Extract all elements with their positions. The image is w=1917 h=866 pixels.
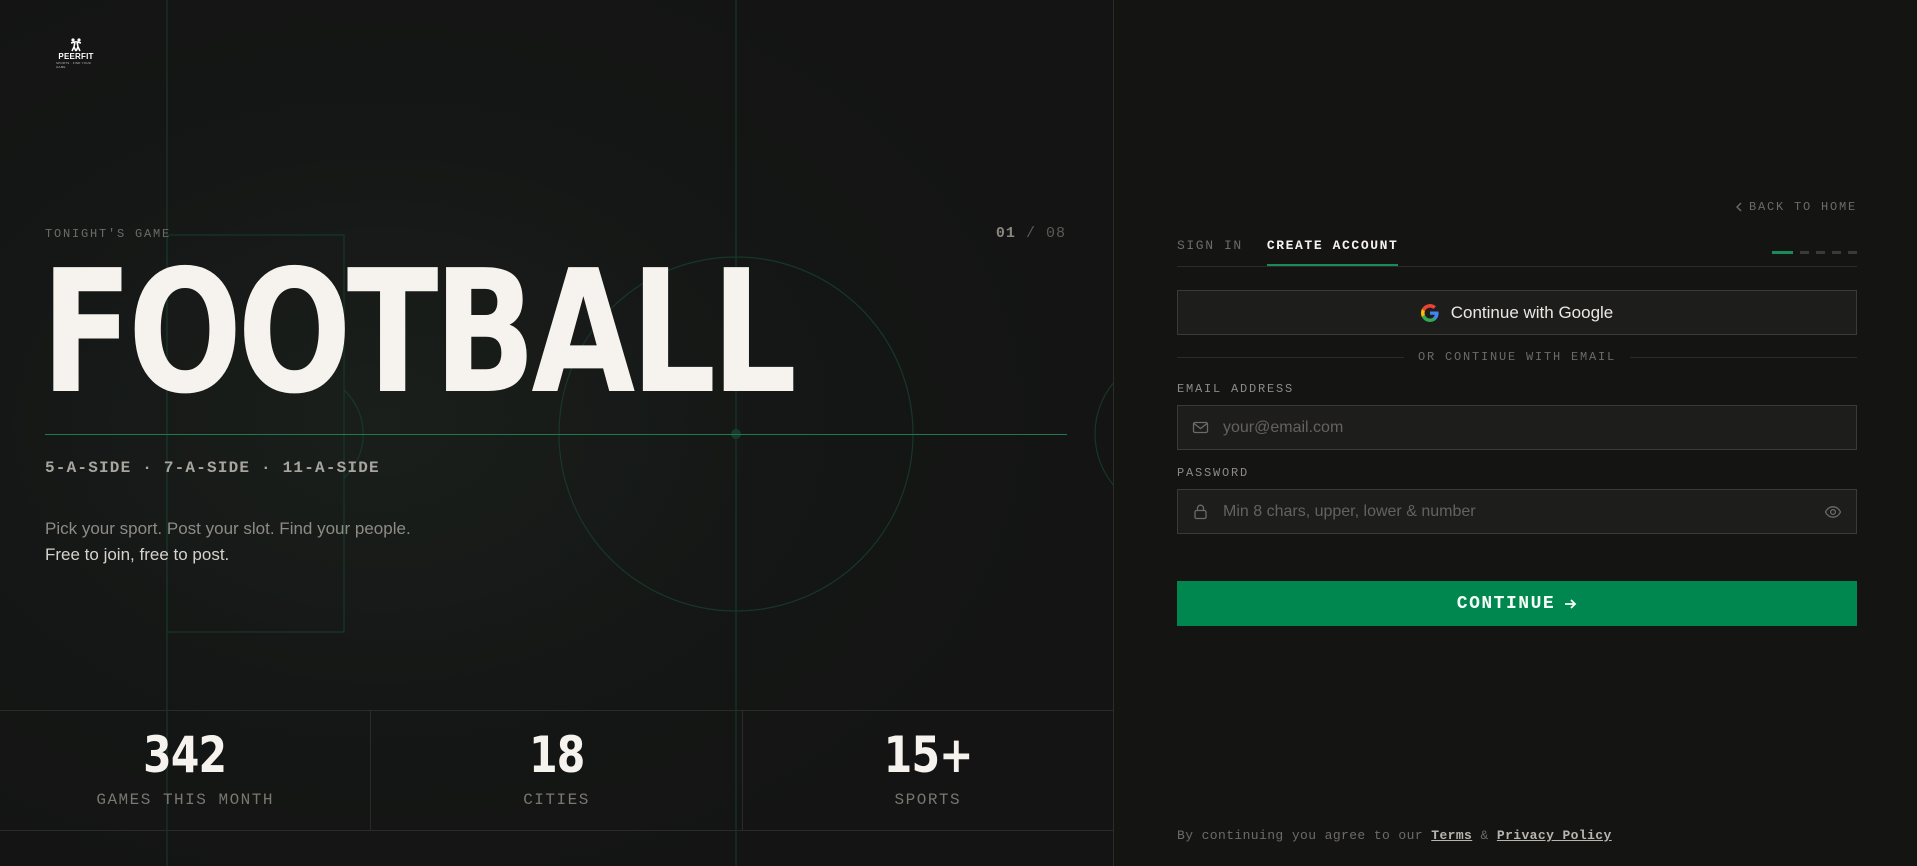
or-line-left [1177,356,1404,358]
step-indicator [1772,251,1857,254]
lock-icon [1194,504,1207,520]
step-dot [1848,251,1857,254]
back-to-home-link[interactable]: BACK TO HOME [1735,200,1857,214]
google-signin-button[interactable]: Continue with Google [1177,290,1857,335]
eye-icon[interactable] [1824,503,1842,521]
email-input[interactable] [1223,406,1856,449]
chevron-left-icon [1735,202,1742,212]
tab-create-account[interactable]: CREATE ACCOUNT [1266,232,1399,266]
terms-link[interactable]: Terms [1431,828,1472,843]
auth-panel: BACK TO HOME SIGN IN CREATE ACCOUNT Cont… [1114,0,1917,866]
or-divider-label: OR CONTINUE WITH EMAIL [1417,350,1617,364]
stats-bar: 342 GAMES THIS MONTH 18 CITIES 15+ SPORT… [0,710,1113,831]
hero-divider [45,434,1067,435]
step-dot [1816,251,1825,254]
brand-tagline: SPORTS · FIND YOUR GAME [56,61,91,69]
legal-amp: & [1480,828,1489,843]
continue-button[interactable]: CONTINUE [1177,581,1857,626]
logo-figures-icon [70,38,82,52]
hero-tagline-line2: Free to join, free to post. [45,545,230,564]
password-label: PASSWORD [1177,466,1250,480]
legal-notice: By continuing you agree to our Terms & P… [1177,828,1612,843]
hero-formats: 5-A-SIDE · 7-A-SIDE · 11-A-SIDE [45,459,380,477]
hero-sport-title: FOOTBALL [41,234,797,432]
brand-name: PEERFIT [58,52,94,61]
password-field[interactable] [1177,489,1857,534]
email-field[interactable] [1177,405,1857,450]
stat-value: 18 [528,726,585,784]
arrow-right-icon [1565,598,1577,609]
stat-label: CITIES [523,791,590,809]
google-signin-label: Continue with Google [1450,302,1614,322]
hero-panel: PEERFIT SPORTS · FIND YOUR GAME TONIGHT'… [0,0,1113,866]
stat-value: 15+ [883,726,973,784]
hero-tagline-line1: Pick your sport. Post your slot. Find yo… [45,519,411,538]
stat-sports: 15+ SPORTS [743,711,1113,830]
stat-cities: 18 CITIES [371,711,743,830]
or-divider: OR CONTINUE WITH EMAIL [1177,350,1857,364]
stat-value: 342 [143,726,228,784]
slide-counter: 01 / 08 [996,225,1066,242]
google-icon [1420,303,1439,322]
counter-total: 08 [1045,225,1066,242]
step-dot [1772,251,1793,254]
back-to-home-label: BACK TO HOME [1748,200,1857,214]
auth-tabs: SIGN IN CREATE ACCOUNT [1177,232,1399,266]
email-label: EMAIL ADDRESS [1177,382,1295,396]
tabs-divider [1177,266,1857,267]
brand-logo[interactable]: PEERFIT SPORTS · FIND YOUR GAME [56,38,96,70]
privacy-policy-link[interactable]: Privacy Policy [1497,828,1612,843]
password-input[interactable] [1223,490,1810,533]
step-dot [1832,251,1841,254]
or-line-right [1630,356,1857,358]
mail-icon [1192,421,1209,434]
counter-separator: / [1025,225,1036,242]
legal-prefix: By continuing you agree to our [1177,828,1424,843]
stat-games: 342 GAMES THIS MONTH [0,711,372,830]
step-dot [1800,251,1809,254]
counter-current: 01 [995,225,1016,242]
stat-label: GAMES THIS MONTH [96,791,274,809]
continue-label: CONTINUE [1456,593,1556,614]
stat-label: SPORTS [894,791,962,809]
tab-sign-in[interactable]: SIGN IN [1177,232,1243,266]
